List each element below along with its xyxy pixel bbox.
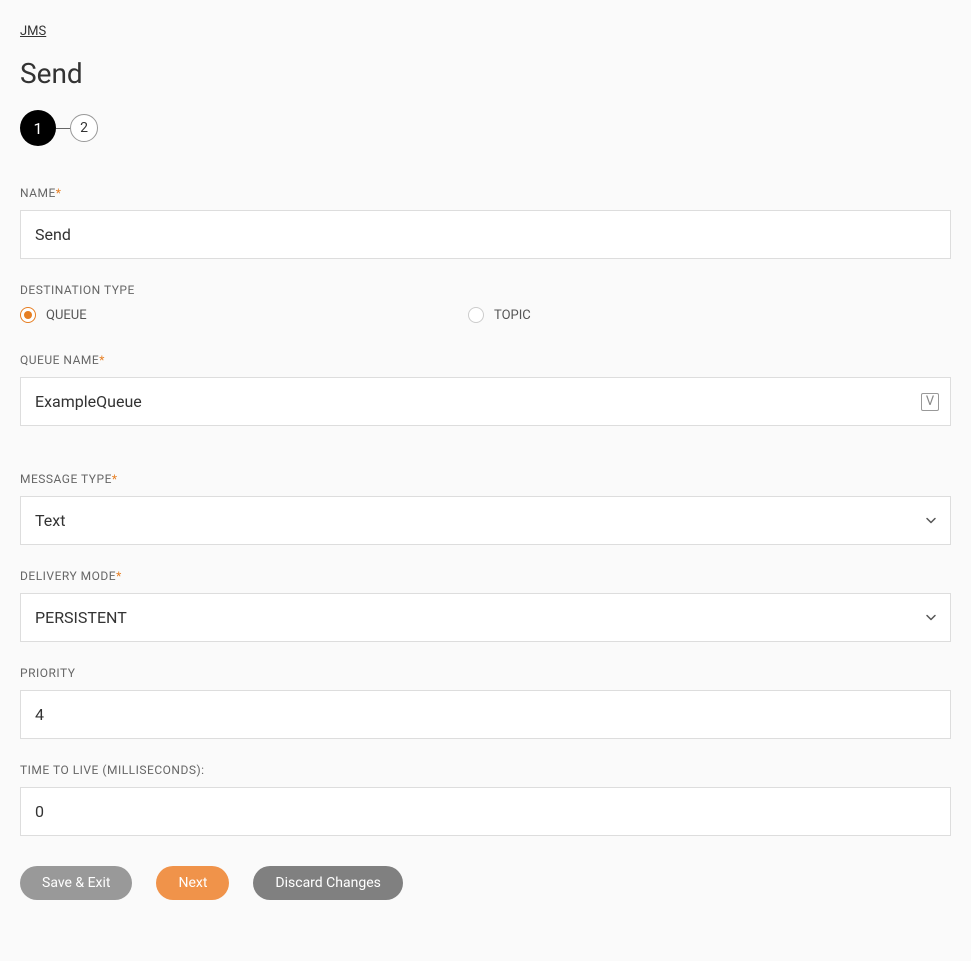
radio-dot [24,311,32,319]
save-exit-button[interactable]: Save & Exit [20,866,132,900]
ttl-input[interactable] [20,787,951,836]
radio-circle-topic [468,307,484,323]
destination-type-label: DESTINATION TYPE [20,283,951,297]
ttl-label: TIME TO LIVE (MILLISECONDS): [20,763,951,777]
delivery-mode-label: DELIVERY MODE* [20,569,951,583]
stepper: 1 2 [20,110,951,146]
name-input[interactable] [20,210,951,259]
step-1[interactable]: 1 [20,110,56,146]
required-star: * [116,569,122,583]
required-star: * [112,472,118,486]
name-label: NAME* [20,186,951,200]
queue-name-input[interactable] [20,377,951,426]
message-type-label: MESSAGE TYPE* [20,472,951,486]
button-row: Save & Exit Next Discard Changes [20,866,951,900]
destination-type-radio-group: QUEUE TOPIC [20,307,951,323]
message-type-select[interactable]: Text [20,496,951,545]
radio-label-queue: QUEUE [46,308,87,323]
breadcrumb-jms[interactable]: JMS [20,24,46,39]
radio-label-topic: TOPIC [494,308,531,323]
variable-picker-icon[interactable]: V [921,393,939,411]
priority-input[interactable] [20,690,951,739]
radio-topic[interactable]: TOPIC [468,307,531,323]
radio-circle-queue [20,307,36,323]
delivery-mode-select[interactable]: PERSISTENT [20,593,951,642]
queue-name-label: QUEUE NAME* [20,353,951,367]
step-2[interactable]: 2 [70,114,98,142]
page-title: Send [20,57,951,90]
required-star: * [99,353,105,367]
next-button[interactable]: Next [156,866,229,900]
radio-queue[interactable]: QUEUE [20,307,468,323]
step-connector [56,128,70,129]
priority-label: PRIORITY [20,666,951,680]
discard-button[interactable]: Discard Changes [253,866,402,900]
required-star: * [56,186,62,200]
